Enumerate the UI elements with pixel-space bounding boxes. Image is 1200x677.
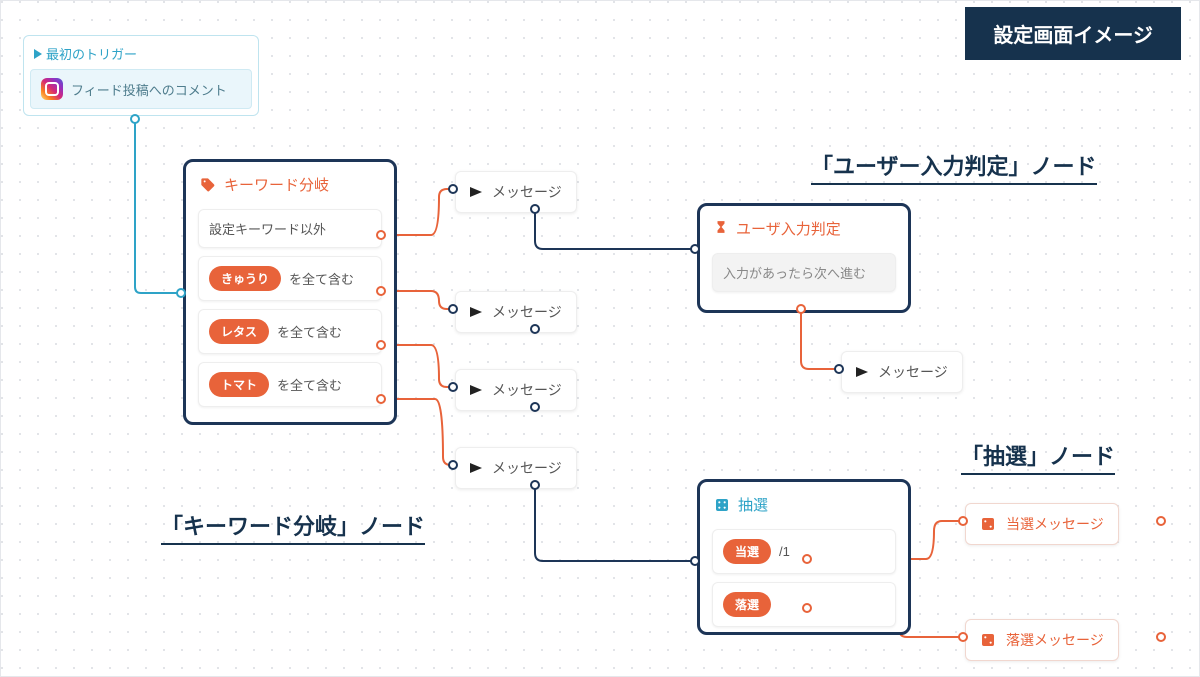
play-icon [34,49,42,59]
keyword-pill-0: きゅうり [209,266,281,291]
trigger-title: 最初のトリガー [46,44,137,63]
header-badge: 設定画面イメージ [965,7,1181,60]
user-input-body[interactable]: 入力があったら次へ進む [712,253,896,292]
keyword-else-label: 設定キーワード以外 [209,219,326,238]
dice-icon [980,632,996,648]
dice-icon [980,516,996,532]
flow-canvas[interactable]: 設定画面イメージ 「キーワード分岐」ノード 「ユーザー入力判定」ノード 「抽選」… [0,0,1200,677]
message-label-1: メッセージ [492,182,562,202]
message-card-1[interactable]: メッセージ [455,171,577,213]
lottery-win-suffix: /1 [779,544,790,559]
keyword-else-row[interactable]: 設定キーワード以外 [198,209,382,248]
lottery-win-pill: 当選 [723,539,771,564]
message-card-3[interactable]: メッセージ [455,369,577,411]
lose-result-label: 落選メッセージ [1006,630,1104,650]
win-result-label: 当選メッセージ [1006,514,1104,534]
lottery-lose-pill: 落選 [723,592,771,617]
message-label-3: メッセージ [492,380,562,400]
message-card-4[interactable]: メッセージ [455,447,577,489]
keyword-suffix-2: を全て含む [277,375,342,394]
message-card-2[interactable]: メッセージ [455,291,577,333]
keyword-branch-title: キーワード分岐 [186,162,394,201]
message-label-2: メッセージ [492,302,562,322]
win-result-card[interactable]: 当選メッセージ [965,503,1119,545]
annotation-userinput-node: 「ユーザー入力判定」ノード [811,149,1097,185]
keyword-branch-node[interactable]: キーワード分岐 設定キーワード以外 きゅうり を全て含む レタス を全て含む ト… [183,159,397,425]
send-icon [856,367,868,377]
keyword-row-2[interactable]: トマト を全て含む [198,362,382,407]
send-icon [470,307,482,317]
message-label-4: メッセージ [492,458,562,478]
tag-icon [200,177,216,193]
annotation-lottery-node: 「抽選」ノード [961,439,1115,475]
user-input-title: ユーザ入力判定 [700,206,908,245]
keyword-pill-1: レタス [209,319,269,344]
dice-icon [714,497,730,513]
send-icon [470,385,482,395]
lottery-title: 抽選 [700,482,908,521]
lose-result-card[interactable]: 落選メッセージ [965,619,1119,661]
annotation-keyword-node: 「キーワード分岐」ノード [161,509,425,545]
trigger-header: 最初のトリガー [24,36,258,63]
keyword-row-1[interactable]: レタス を全て含む [198,309,382,354]
user-input-node[interactable]: ユーザ入力判定 入力があったら次へ進む [697,203,911,313]
keyword-suffix-0: を全て含む [289,269,354,288]
message-card-5[interactable]: メッセージ [841,351,963,393]
hourglass-icon [714,220,728,238]
trigger-body[interactable]: フィード投稿へのコメント [30,69,252,109]
keyword-pill-2: トマト [209,372,269,397]
trigger-node[interactable]: 最初のトリガー フィード投稿へのコメント [23,35,259,116]
keyword-row-0[interactable]: きゅうり を全て含む [198,256,382,301]
send-icon [470,187,482,197]
keyword-suffix-1: を全て含む [277,322,342,341]
trigger-body-label: フィード投稿へのコメント [71,80,227,99]
lottery-win-row[interactable]: 当選 /1 [712,529,896,574]
send-icon [470,463,482,473]
user-input-body-label: 入力があったら次へ進む [723,263,866,282]
message-label-5: メッセージ [878,362,948,382]
instagram-icon [41,78,63,100]
